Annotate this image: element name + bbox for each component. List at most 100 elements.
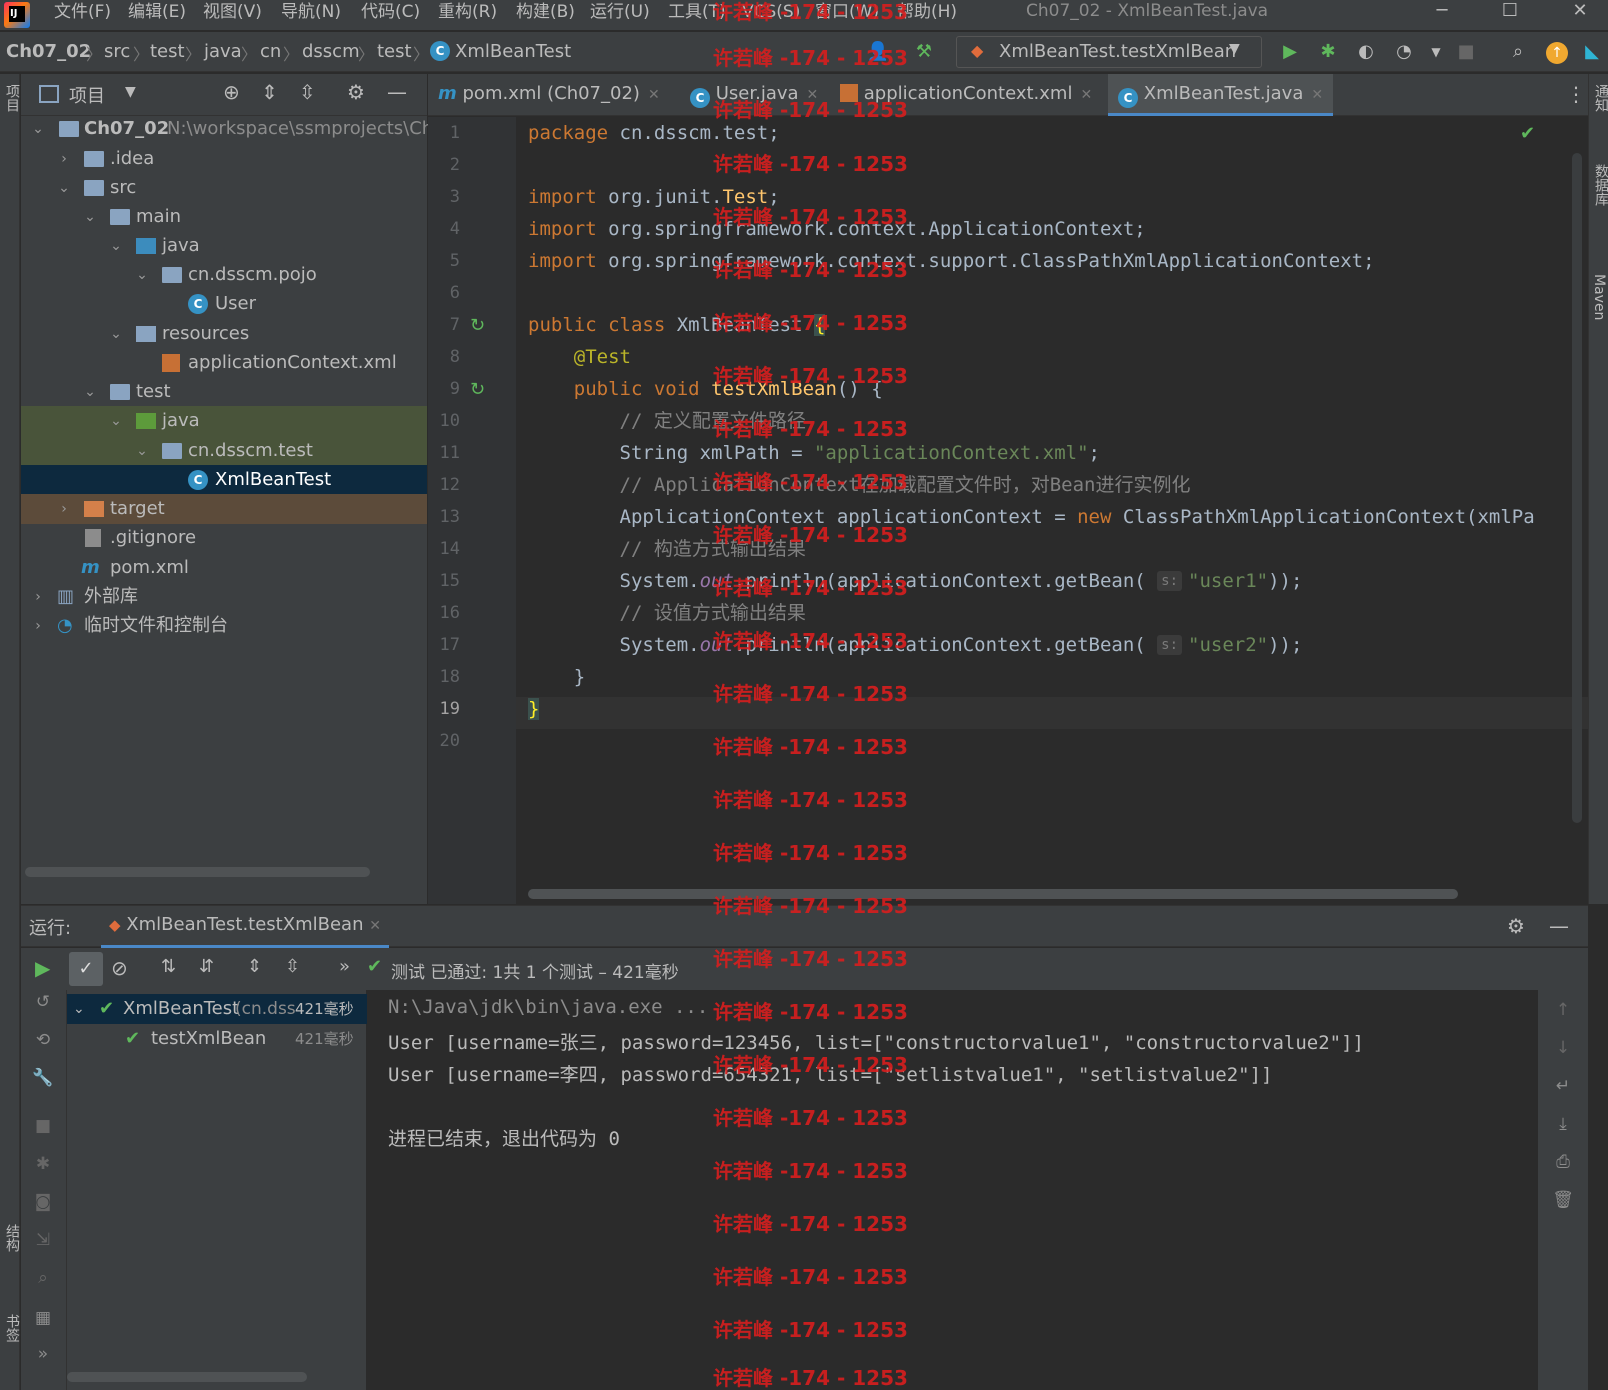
update-icon[interactable]: ↑ — [1546, 42, 1568, 64]
breadcrumb-dsscm[interactable]: dsscm — [302, 41, 360, 62]
tree-item-target[interactable]: › target — [21, 494, 427, 524]
close-icon[interactable]: ✕ — [369, 918, 381, 934]
breadcrumb-cn[interactable]: cn — [260, 41, 281, 62]
scroll-to-end-icon[interactable]: ⤓ — [1551, 1112, 1575, 1136]
tab-run-xmlbeantest[interactable]: ◆ XmlBeanTest.testXmlBean ✕ — [101, 906, 389, 948]
expand-all-icon[interactable]: ⇕ — [247, 956, 262, 977]
gear-icon[interactable]: ⚙ — [347, 80, 365, 104]
tree-item-project-root[interactable]: ⌄ Ch07_02 N:\workspace\ssmprojects\Ch — [21, 114, 433, 144]
rerun-failed-icon[interactable]: ↺ — [31, 990, 55, 1014]
scroll-down-icon[interactable]: ↓ — [1551, 1036, 1575, 1060]
menu-run[interactable]: 运行(U) — [590, 0, 650, 30]
hide-panel-icon[interactable]: — — [1549, 914, 1569, 938]
breadcrumb-class[interactable]: XmlBeanTest — [455, 41, 571, 62]
camera-icon[interactable]: ◙ — [31, 1190, 55, 1214]
debug-icon[interactable]: ✱ — [31, 1152, 55, 1176]
toggle-auto-test-icon[interactable]: ⟲ — [31, 1028, 55, 1052]
test-tree-scrollbar[interactable] — [67, 1372, 307, 1382]
tree-item-applicationcontext[interactable]: applicationContext.xml — [21, 348, 427, 378]
print-icon[interactable]: ⎙ — [1551, 1150, 1575, 1174]
project-tool-tab[interactable]: 项目 — [2, 84, 22, 112]
menu-refactor[interactable]: 重构(R) — [438, 0, 497, 30]
test-tree-root[interactable]: ⌄ ✔ XmlBeanTest (cn.dss 421毫秒 — [67, 994, 367, 1024]
tree-item-test-java[interactable]: ⌄ java — [21, 406, 427, 436]
project-horizontal-scrollbar[interactable] — [25, 867, 370, 877]
tree-item-pojo-package[interactable]: ⌄ cn.dsscm.pojo — [21, 260, 427, 290]
run-configuration-select[interactable]: ◆ XmlBeanTest.testXmlBean ▼ — [956, 36, 1262, 68]
tree-item-scratches[interactable]: › ◔ 临时文件和控制台 — [21, 611, 427, 641]
menu-view[interactable]: 视图(V) — [203, 0, 262, 30]
more-icon[interactable]: » — [31, 1342, 55, 1366]
build-hammer-icon[interactable]: ⚒ — [912, 40, 936, 64]
close-icon[interactable]: ✕ — [1080, 87, 1092, 103]
expand-all-icon[interactable]: ⇕ — [261, 80, 278, 104]
tree-item-test-package[interactable]: ⌄ cn.dsscm.test — [21, 436, 427, 466]
run-icon[interactable]: ▶ — [1278, 40, 1302, 64]
notifications-tool-tab[interactable]: 通知 — [1591, 84, 1608, 112]
run-test-class-icon[interactable]: ↻ — [470, 315, 485, 336]
tab-pom-xml[interactable]: m pom.xml (Ch07_02) ✕ — [438, 74, 660, 116]
close-icon[interactable]: ✕ — [648, 87, 660, 103]
menu-code[interactable]: 代码(C) — [361, 0, 420, 30]
profiler-icon[interactable]: ◔ — [1392, 40, 1416, 64]
breadcrumb-project[interactable]: Ch07_02 — [6, 41, 91, 62]
debug-icon[interactable]: ✱ — [1316, 40, 1340, 64]
locate-icon[interactable]: ⊕ — [223, 80, 240, 104]
search-icon[interactable]: ⌕ — [1506, 40, 1530, 64]
tree-item-gitignore[interactable]: .gitignore — [21, 523, 427, 553]
tree-item-src[interactable]: ⌄ src — [21, 173, 427, 203]
soft-wrap-icon[interactable]: ↵ — [1551, 1074, 1575, 1098]
search-icon[interactable]: ⌕ — [31, 1266, 55, 1290]
close-icon[interactable]: ✕ — [1311, 87, 1323, 103]
coverage-icon[interactable]: ◐ — [1354, 40, 1378, 64]
menu-file[interactable]: 文件(F) — [54, 0, 111, 30]
test-tree-method[interactable]: ✔ testXmlBean 421毫秒 — [67, 1024, 367, 1054]
tree-item-resources[interactable]: ⌄ resources — [21, 319, 427, 349]
tree-item-external-libraries[interactable]: › ▥ 外部库 — [21, 582, 427, 612]
hide-panel-icon[interactable]: — — [387, 80, 407, 104]
tab-xmlbeantest-java[interactable]: C XmlBeanTest.java ✕ — [1108, 74, 1334, 116]
plugin-icon[interactable]: ◣ — [1580, 40, 1604, 64]
wrench-icon[interactable]: 🔧 — [31, 1066, 55, 1090]
run-test-method-icon[interactable]: ↻ — [470, 379, 485, 400]
rerun-icon[interactable]: ▶ — [35, 956, 50, 980]
tree-item-main-java[interactable]: ⌄ java — [21, 231, 427, 261]
sort-duration-icon[interactable]: ⇵ — [199, 956, 214, 977]
tree-item-idea[interactable]: › .idea — [21, 144, 427, 174]
console-output[interactable]: N:\Java\jdk\bin\java.exe ... User [usern… — [368, 990, 1538, 1390]
tree-item-xmlbeantest[interactable]: C XmlBeanTest — [21, 465, 427, 495]
menu-build[interactable]: 构建(B) — [516, 0, 575, 30]
stop-icon[interactable]: ■ — [31, 1114, 55, 1138]
collapse-all-icon[interactable]: ⇳ — [299, 80, 316, 104]
minimize-button[interactable]: ─ — [1420, 0, 1464, 24]
breadcrumb-src[interactable]: src — [104, 41, 130, 62]
menu-edit[interactable]: 编辑(E) — [128, 0, 186, 30]
editor-vertical-scrollbar[interactable] — [1572, 153, 1582, 823]
tree-item-user[interactable]: C User — [21, 289, 427, 319]
chevron-down-icon[interactable]: ▼ — [125, 84, 136, 100]
stop-icon[interactable]: ■ — [1454, 40, 1478, 64]
breadcrumb-test[interactable]: test — [150, 41, 185, 62]
maximize-button[interactable]: ☐ — [1488, 0, 1532, 24]
project-view-label[interactable]: 项目 — [69, 82, 105, 108]
sort-alpha-icon[interactable]: ⇅ — [161, 956, 176, 977]
show-ignored-icon[interactable]: ⊘ — [111, 956, 128, 980]
maven-tool-tab[interactable]: Maven — [1591, 274, 1607, 320]
trash-icon[interactable]: 🗑 — [1551, 1188, 1575, 1212]
tree-item-pom[interactable]: m pom.xml — [21, 553, 427, 583]
menu-navigate[interactable]: 导航(N) — [281, 0, 341, 30]
database-tool-tab[interactable]: 数据库 — [1591, 164, 1608, 206]
show-passed-toggle-icon[interactable]: ✓ — [69, 952, 103, 986]
editor-horizontal-scrollbar[interactable] — [528, 889, 1458, 899]
gear-icon[interactable]: ⚙ — [1507, 914, 1525, 938]
tree-item-test[interactable]: ⌄ test — [21, 377, 427, 407]
scroll-up-icon[interactable]: ↑ — [1551, 998, 1575, 1022]
breadcrumb-test-pkg[interactable]: test — [377, 41, 412, 62]
breadcrumb-java[interactable]: java — [204, 41, 242, 62]
collapse-all-icon[interactable]: ⇳ — [285, 956, 300, 977]
code-editor[interactable]: 1 2 3 4 5 6 7 8 9 10 11 12 13 14 15 16 1… — [428, 117, 1588, 904]
export-icon[interactable]: ⇲ — [31, 1228, 55, 1252]
close-window-button[interactable]: ✕ — [1558, 0, 1602, 24]
layout-icon[interactable]: ▦ — [31, 1306, 55, 1330]
profiler-chevron-icon[interactable]: ▼ — [1424, 40, 1448, 64]
